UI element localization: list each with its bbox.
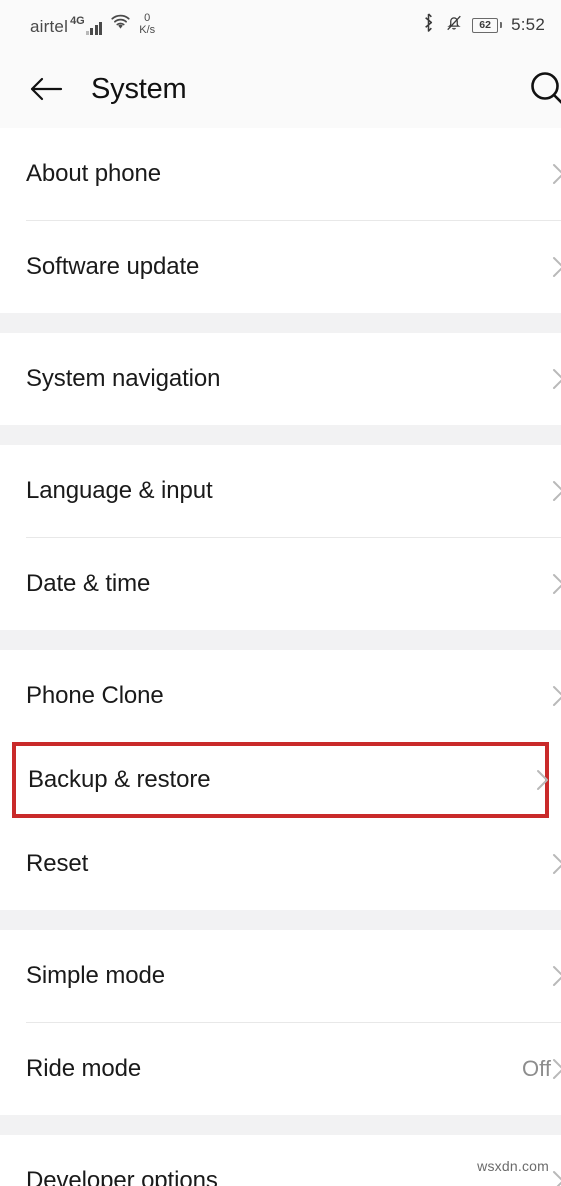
chevron-right-icon [548, 163, 561, 185]
clock-label: 5:52 [511, 15, 545, 34]
group-separator [0, 313, 561, 333]
group-separator [0, 630, 561, 650]
settings-row-label: Simple mode [26, 962, 165, 989]
battery-indicator: 62 [472, 17, 503, 33]
chevron-right-icon [548, 368, 561, 390]
chevron-right-icon [548, 965, 561, 987]
settings-row-label: Reset [26, 850, 89, 877]
settings-group: Simple mode Ride mode Off [0, 930, 561, 1115]
chevron-right-icon [548, 685, 561, 707]
bluetooth-icon [421, 13, 436, 37]
bell-muted-icon [445, 13, 463, 37]
settings-row-label: Ride mode [26, 1055, 142, 1082]
phone-screen: airtel 4G 0 K/s 62 5:52 System About pho… [0, 0, 561, 1186]
settings-list: About phone Software update System navigat… [0, 128, 561, 1186]
chevron-right-icon [548, 480, 561, 502]
settings-group: System navigation [0, 333, 561, 425]
settings-row-label: System navigation [26, 365, 221, 392]
back-arrow-icon[interactable] [26, 69, 66, 109]
settings-row[interactable]: Reset [0, 818, 561, 910]
search-icon[interactable] [521, 63, 561, 115]
chevron-right-icon [548, 573, 561, 595]
chevron-right-icon [532, 769, 554, 791]
settings-row[interactable]: Phone Clone [0, 650, 561, 742]
settings-row-label: About phone [26, 160, 162, 187]
settings-row-label: Software update [26, 253, 200, 280]
settings-row[interactable]: Language & input [0, 445, 561, 537]
settings-row[interactable]: System navigation [0, 333, 561, 425]
settings-row[interactable]: Simple mode [0, 930, 561, 1022]
settings-row-label: Phone Clone [26, 682, 164, 709]
app-bar: System [0, 50, 561, 128]
settings-row-label: Date & time [26, 570, 151, 597]
settings-group: Language & input Date & time [0, 445, 561, 630]
network-type-label: 4G [70, 15, 85, 28]
chevron-right-icon [548, 853, 561, 875]
settings-row[interactable]: Date & time [0, 538, 561, 630]
settings-row[interactable]: About phone [0, 128, 561, 220]
group-separator [0, 910, 561, 930]
group-separator [0, 1115, 561, 1135]
chevron-right-icon [548, 256, 561, 278]
settings-row[interactable]: Ride mode Off [0, 1023, 561, 1115]
carrier-label: airtel [30, 17, 69, 37]
settings-row-label: Backup & restore [28, 766, 211, 793]
chevron-right-icon [548, 1170, 561, 1186]
settings-row-value: Off [522, 1056, 551, 1081]
data-rate-value: 0 [144, 11, 151, 24]
status-bar-left: airtel 4G 0 K/s [30, 11, 156, 37]
settings-group: About phone Software update [0, 128, 561, 313]
status-bar: airtel 4G 0 K/s 62 5:52 [0, 0, 561, 50]
watermark: wsxdn.com [477, 1158, 549, 1174]
group-separator [0, 425, 561, 445]
settings-row[interactable]: Software update [0, 221, 561, 313]
data-rate-unit: K/s [139, 23, 156, 36]
settings-row[interactable]: Backup & restore [12, 742, 549, 818]
page-title: System [91, 72, 187, 105]
data-rate-indicator: 0 K/s [139, 11, 156, 37]
battery-percent-label: 62 [479, 18, 491, 31]
signal-strength-icon [85, 22, 103, 37]
wifi-icon [110, 14, 131, 37]
status-bar-right: 62 5:52 [421, 13, 545, 37]
settings-group: Phone Clone Backup & restore Reset [0, 650, 561, 910]
chevron-right-icon [548, 1058, 561, 1080]
settings-row-label: Language & input [26, 477, 213, 504]
